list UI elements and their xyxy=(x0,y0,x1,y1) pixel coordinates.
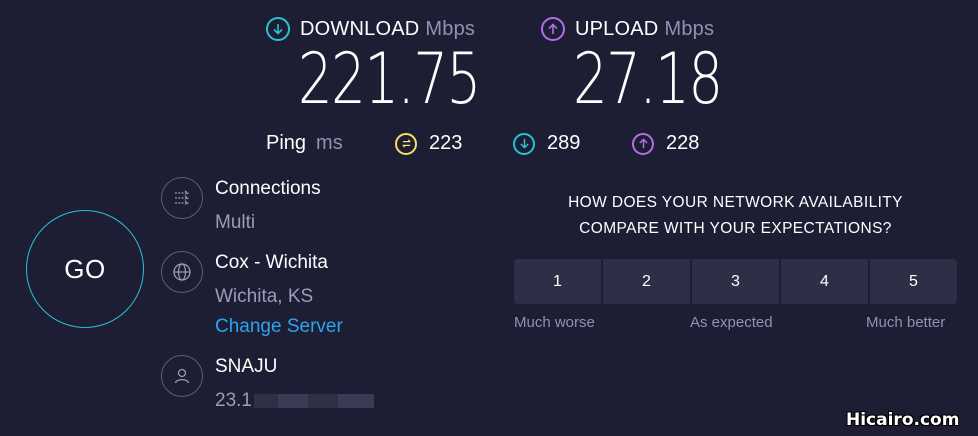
user-icon xyxy=(161,355,203,397)
connections-arrows-icon xyxy=(161,177,203,219)
watermark: Hicairo.com xyxy=(846,410,960,430)
ping-unit: ms xyxy=(316,132,343,154)
server-location: Wichita, KS xyxy=(215,286,314,307)
connections-title: Connections xyxy=(215,178,321,199)
change-server-link[interactable]: Change Server xyxy=(215,316,343,338)
rating-option-5[interactable]: 5 xyxy=(870,259,957,304)
ping-row: Ping ms xyxy=(266,132,343,155)
provider-name: SNAJU xyxy=(215,356,278,377)
rating-option-4[interactable]: 4 xyxy=(781,259,870,304)
ping-idle-icon xyxy=(395,132,417,155)
rating-option-3[interactable]: 3 xyxy=(692,259,781,304)
scale-high-label: Much better xyxy=(866,314,946,331)
arrow-down-circle-icon xyxy=(266,17,290,41)
survey-question-line2: COMPARE WITH YOUR EXPECTATIONS? xyxy=(579,220,892,237)
survey-question-line1: HOW DOES YOUR NETWORK AVAILABILITY xyxy=(568,194,903,211)
ping-idle: 223 xyxy=(395,132,462,155)
download-value: 221.75 xyxy=(298,38,481,120)
ping-label: Ping xyxy=(266,132,307,154)
scale-low-label: Much worse xyxy=(514,314,595,331)
go-button[interactable]: GO xyxy=(26,210,144,328)
server-name: Cox - Wichita xyxy=(215,252,328,273)
survey-question: HOW DOES YOUR NETWORK AVAILABILITY COMPA… xyxy=(514,190,957,242)
connections-mode: Multi xyxy=(215,212,256,233)
ping-upload-value: 228 xyxy=(666,132,700,154)
ip-redaction xyxy=(253,393,374,408)
ping-download-icon xyxy=(513,132,535,155)
rating-option-1[interactable]: 1 xyxy=(514,259,603,304)
rating-option-2[interactable]: 2 xyxy=(603,259,692,304)
arrow-up-circle-icon xyxy=(541,17,565,41)
ping-upload-icon xyxy=(632,132,654,155)
ip-prefix: 23.1 xyxy=(215,390,252,411)
globe-icon xyxy=(161,251,203,293)
ping-download: 289 xyxy=(513,132,580,155)
rating-scale: 1 2 3 4 5 xyxy=(514,259,957,304)
ip-address: 23.1 xyxy=(215,390,374,412)
upload-value: 27.18 xyxy=(573,38,723,120)
ping-upload: 228 xyxy=(632,132,699,155)
scale-mid-label: As expected xyxy=(690,314,773,331)
ping-download-value: 289 xyxy=(547,132,581,154)
ping-idle-value: 223 xyxy=(429,132,463,154)
